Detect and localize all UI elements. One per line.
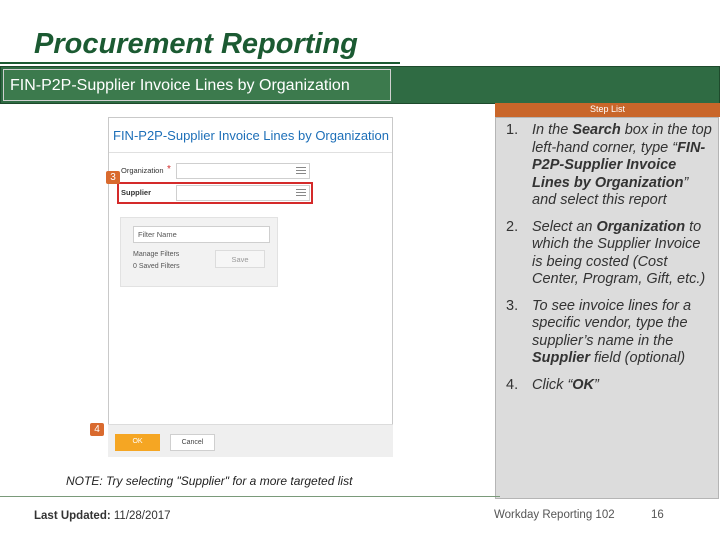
organization-prompt[interactable] <box>176 163 310 179</box>
course-name: Workday Reporting 102 <box>494 509 615 521</box>
save-filter-button[interactable]: Save <box>215 250 265 268</box>
step-text: To see invoice lines for a specific vend… <box>532 297 692 349</box>
mock-report-title: FIN-P2P-Supplier Invoice Lines by Organi… <box>113 128 390 143</box>
step-list: 1. In the Search box in the top left-hand… <box>506 122 714 403</box>
report-banner: FIN-P2P-Supplier Invoice Lines by Organi… <box>0 66 720 104</box>
mock-title-divider <box>109 152 392 153</box>
step-list-label: Step List <box>589 104 626 114</box>
step-list-panel: 1. In the Search box in the top left-hand… <box>495 117 719 499</box>
banner-text: FIN-P2P-Supplier Invoice Lines by Organi… <box>10 77 350 94</box>
step-emphasis: OK <box>572 376 595 393</box>
last-updated-date: 11/28/2017 <box>113 510 171 522</box>
ok-button[interactable]: OK <box>115 434 160 451</box>
step-emphasis: Search <box>572 122 621 138</box>
dialog-footer: OK Cancel <box>108 424 393 457</box>
step-item-2: 2. Select an Organization to which the Su… <box>506 219 714 289</box>
step-text: Click “ <box>532 376 573 393</box>
organization-label: Organization <box>121 166 164 175</box>
step-text: Select an <box>532 218 597 235</box>
step-item-3: 3. To see invoice lines for a specific ve… <box>506 298 714 368</box>
step-item-1: 1. In the Search box in the top left-hand… <box>506 122 714 210</box>
last-updated-label: Last Updated: <box>34 510 111 522</box>
filter-panel: Filter Name Manage Filters 0 Saved Filte… <box>120 217 278 287</box>
footer-divider <box>0 496 500 497</box>
step-emphasis: Organization <box>596 218 686 235</box>
slide-title: Procurement Reporting <box>34 28 358 60</box>
supplier-highlight <box>117 182 313 204</box>
saved-filters-link[interactable]: 0 Saved Filters <box>133 263 180 270</box>
step-number: 4. <box>506 376 519 393</box>
callout-step-4: 4 <box>90 423 104 436</box>
step-number: 3. <box>506 297 519 314</box>
step-list-header: Step List <box>495 103 720 117</box>
banner-inner: FIN-P2P-Supplier Invoice Lines by Organi… <box>3 69 391 101</box>
step-number: 1. <box>506 122 519 138</box>
step-text: ” <box>594 376 599 393</box>
last-updated: Last Updated: 11/28/2017 <box>34 510 171 522</box>
step-text: field (optional) <box>590 350 686 366</box>
step-number: 2. <box>506 218 519 235</box>
manage-filters-link[interactable]: Manage Filters <box>133 251 179 258</box>
callout-step-3: 3 <box>106 171 120 184</box>
step-text: In the <box>532 122 573 138</box>
step-emphasis: Supplier <box>532 350 591 366</box>
title-divider <box>0 62 400 64</box>
page-number: 16 <box>651 509 664 521</box>
prompt-list-icon[interactable] <box>296 167 306 175</box>
filter-name-input[interactable]: Filter Name <box>133 226 270 243</box>
tip-note: NOTE: Try selecting "Supplier" for a mor… <box>66 474 353 488</box>
cancel-button[interactable]: Cancel <box>170 434 215 451</box>
required-marker: * <box>167 164 171 175</box>
step-item-4: 4. Click “OK” <box>506 377 714 395</box>
